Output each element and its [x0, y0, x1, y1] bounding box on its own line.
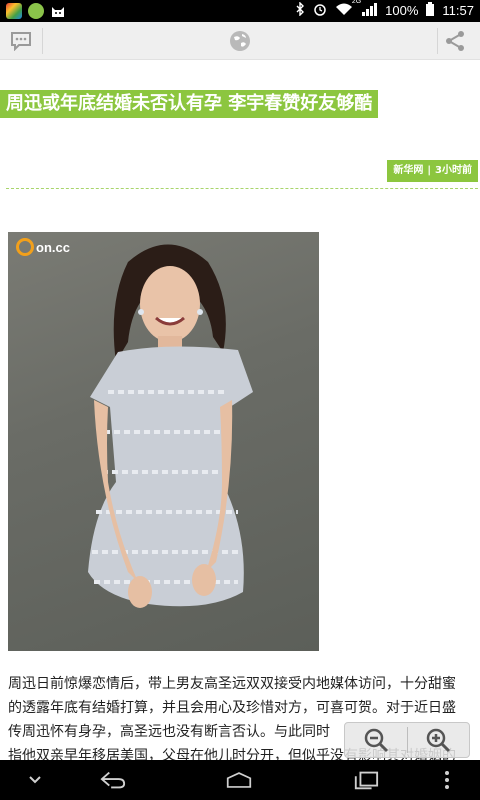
zoom-in-icon[interactable] — [408, 723, 470, 757]
recent-apps-icon[interactable] — [353, 768, 379, 792]
navigation-bar — [0, 760, 480, 800]
alarm-icon — [313, 2, 327, 19]
share-icon[interactable] — [442, 28, 468, 54]
down-chevron-icon[interactable] — [22, 768, 48, 792]
zoom-controls — [344, 722, 470, 758]
battery-percent: 100% — [385, 3, 419, 18]
wifi-icon: 2G — [335, 0, 361, 19]
publish-time: 3小时前 — [435, 165, 472, 176]
source-badge: 新华网 | 3小时前 — [387, 160, 478, 182]
source-separator: | — [427, 165, 432, 176]
article-line: 的透露年底有结婚打算，并且会用心及珍惜对方，可喜可贺。对于近日盛 — [8, 700, 456, 716]
zoom-out-icon[interactable] — [345, 723, 407, 757]
watermark-logo-icon — [16, 238, 34, 256]
globe-icon[interactable] — [227, 28, 253, 54]
divider — [6, 188, 478, 189]
battery-icon — [426, 2, 435, 19]
photo-watermark: on.cc — [16, 238, 70, 256]
comment-icon[interactable] — [8, 28, 34, 54]
menu-icon[interactable] — [434, 768, 460, 792]
article-title: 周迅或年底结婚未否认有孕 李宇春赞好友够酷 — [0, 90, 379, 118]
status-bar: 2G 100% 11:57 — [0, 0, 480, 22]
article-photo[interactable]: on.cc — [8, 232, 319, 651]
article-line: 周迅日前惊爆恋情后，带上男友高圣远双双接受内地媒体访问，十分甜蜜 — [8, 676, 456, 692]
app-notification-icon — [6, 3, 22, 19]
clock-time: 11:57 — [442, 3, 474, 18]
source-name: 新华网 — [393, 165, 424, 176]
cell-signal-icon — [361, 2, 378, 19]
bluetooth-icon — [295, 1, 305, 19]
toolbar — [0, 22, 480, 60]
home-icon[interactable] — [226, 768, 252, 792]
cat-notification-icon — [50, 3, 66, 19]
app-notification-icon — [28, 3, 44, 19]
back-icon[interactable] — [100, 768, 126, 792]
